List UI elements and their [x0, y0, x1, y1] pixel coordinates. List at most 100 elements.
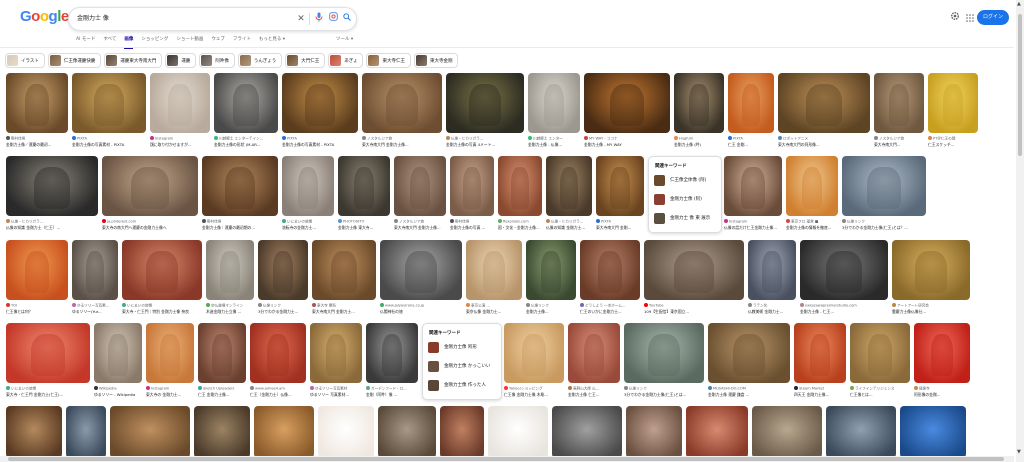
image-result[interactable]: ガーデンフード・ロ... 金剛（阿吽）像 ... [366, 323, 418, 403]
result-thumbnail[interactable] [194, 406, 250, 458]
result-thumbnail[interactable] [282, 73, 358, 133]
result-title[interactable]: 109【生配信】東京国立... [644, 309, 744, 315]
result-source[interactable]: ゆるソリー写真素... [72, 303, 118, 309]
image-result[interactable] [6, 406, 62, 458]
image-result[interactable]: Yahoo!ショッピング 仁王像 金剛力士像 木彫... [504, 323, 564, 403]
image-result[interactable]: ロボットアニメ 東大寺南大門の阿形像... [778, 73, 870, 153]
result-source[interactable]: PIXTA [596, 219, 644, 224]
search-box[interactable]: 金剛力士 像 ✕ [68, 7, 357, 31]
result-title[interactable]: 仁王像 金剛力士像 木彫... [504, 392, 564, 398]
result-title[interactable]: 金剛力士像／運慶の最初... [6, 142, 68, 148]
image-result[interactable]: PIXTA 金剛力士像の写真素材 - PIXTA [282, 73, 358, 153]
image-result[interactable]: MUSASHI-DO.COM 金剛力士像 運慶 鎌倉 ... [708, 323, 790, 403]
result-title[interactable]: 仁王像とは何？ [6, 309, 68, 315]
result-title[interactable]: 金剛力士像 - 仏像... [528, 142, 580, 148]
result-thumbnail[interactable] [362, 73, 442, 133]
search-icon[interactable] [341, 12, 353, 26]
result-thumbnail[interactable] [644, 240, 744, 300]
result-title[interactable]: 金剛力士像の写真素材 - PIXTA [72, 142, 146, 148]
result-thumbnail[interactable] [552, 406, 622, 458]
result-thumbnail[interactable] [526, 240, 576, 300]
vertical-scrollbar[interactable]: ▲ ▼ [1016, 0, 1024, 462]
refinement-chip[interactable]: 仁王像運慶快慶 [47, 53, 102, 68]
image-result[interactable]: PHOTOHITO 金剛力士像 東大寺... [338, 156, 390, 236]
result-source[interactable]: いにまいの旅情 [122, 303, 202, 309]
result-source[interactable]: PIXTA [282, 136, 358, 141]
search-input[interactable]: 金剛力士 像 [77, 13, 109, 22]
image-result[interactable]: いにまいの旅情 東大寺・仁王門｜特別 金剛力士像 奈良 [122, 240, 202, 320]
result-thumbnail[interactable] [318, 406, 374, 458]
image-result[interactable]: 仏像・ヒカリガラ... 金剛力士像の写真 4メート... [446, 73, 524, 153]
image-result[interactable]: www.jalyouirone.co.jp 仏閣神社の旅 [380, 240, 462, 320]
result-title[interactable]: 仁王（金剛力士）仏像... [250, 392, 306, 398]
related-keyword-item[interactable]: 仁王像全体像 (阿) [654, 173, 706, 187]
result-thumbnail[interactable] [786, 156, 838, 216]
result-title[interactable]: 木造金剛力士立像 ... [206, 309, 254, 315]
result-title[interactable]: 仁王のいかに金剛力士... [580, 309, 640, 315]
result-thumbnail[interactable] [778, 73, 870, 133]
image-result[interactable]: いにまいの旅情 東大寺・仁王門 金剛力士(仁王)... [6, 323, 90, 403]
result-source[interactable]: ガーデンフード・ロ... [366, 386, 418, 392]
result-title[interactable]: 東大寺・仁王門｜特別 金剛力士像 奈良 [122, 309, 202, 315]
image-result[interactable]: 仏像・ヒカリガラ... 仏像の知識 金剛力士（仁王）... [6, 156, 98, 236]
image-result[interactable] [826, 406, 896, 458]
result-thumbnail[interactable] [6, 156, 98, 216]
result-thumbnail[interactable] [198, 323, 246, 383]
image-result[interactable]: 野村佳男 金剛力士像／運慶の最初... [6, 73, 68, 153]
result-title[interactable]: 仏教美術 金剛力士... [748, 309, 796, 315]
result-title[interactable]: ゆるソリー 写真素材... [310, 392, 362, 398]
refinement-chip[interactable]: 大門仁王 [285, 53, 326, 68]
image-result[interactable]: 東大寺 関系 東大寺南大門 金剛力士... [312, 240, 376, 320]
result-source[interactable]: flexpixels.com [498, 219, 542, 224]
result-thumbnail[interactable] [338, 156, 390, 216]
image-result[interactable]: 仏像リンク 3分でわかる金剛力士... [258, 240, 308, 320]
result-source[interactable]: nakazawapremierstudio.com [800, 303, 888, 308]
result-thumbnail[interactable] [214, 73, 278, 133]
result-thumbnail[interactable] [686, 406, 748, 458]
result-thumbnail[interactable] [914, 323, 970, 383]
result-title[interactable]: 東大寺の 金剛力士... [146, 392, 194, 398]
result-source[interactable]: TOI [6, 303, 68, 308]
image-result[interactable]: www.aimee4.am 仁王（金剛力士）仏像... [250, 323, 306, 403]
result-thumbnail[interactable] [6, 323, 90, 383]
result-thumbnail[interactable] [466, 240, 522, 300]
result-thumbnail[interactable] [850, 323, 910, 383]
image-result[interactable] [110, 406, 190, 458]
result-title[interactable]: 四天王 金剛力士像... [794, 392, 846, 398]
related-keyword-item[interactable]: 金剛力士像 作った人 [428, 378, 486, 392]
result-thumbnail[interactable] [394, 156, 446, 216]
image-result[interactable]: 仏像・ヒカリガラ... 仏像の知識 金剛力士... [546, 156, 592, 236]
result-source[interactable]: 東京フロ 運営 ■ [786, 219, 838, 225]
result-thumbnail[interactable] [708, 323, 790, 383]
scrollbar-thumb[interactable] [1018, 14, 1022, 156]
result-thumbnail[interactable] [102, 156, 198, 216]
image-result[interactable]: ライフインテリジェンス 仁王像とは... [850, 323, 910, 403]
result-title[interactable]: 仁王像とは... [850, 392, 910, 398]
result-source[interactable]: Steam Market [794, 386, 846, 391]
image-result[interactable]: PIXTA 金剛力士像の写真素材 - PIXTA [72, 73, 146, 153]
result-source[interactable]: 仏像リンク [526, 303, 576, 309]
result-thumbnail[interactable] [206, 240, 254, 300]
result-title[interactable]: 金剛力士像の写真 ... [450, 225, 494, 231]
tab-5[interactable]: ウェブ [211, 36, 225, 46]
result-title[interactable]: 東大寺南大門 金剛... [596, 225, 644, 231]
result-source[interactable]: www.jalyouirone.co.jp [380, 303, 462, 308]
result-title[interactable]: 金剛力士像 仁王... [568, 392, 620, 398]
horizontal-scrollbar[interactable] [0, 456, 1014, 462]
result-thumbnail[interactable] [254, 406, 314, 458]
result-source[interactable]: 仏像・ヒカリガラ... [446, 136, 524, 142]
result-thumbnail[interactable] [146, 323, 194, 383]
result-thumbnail[interactable] [94, 323, 142, 383]
result-title[interactable]: 仁王 金剛力士像... [198, 392, 246, 398]
result-source[interactable]: ゆるソリー写真素材 [310, 386, 362, 392]
tab-0[interactable]: AI モード [76, 36, 95, 46]
result-thumbnail[interactable] [450, 156, 494, 216]
image-result[interactable]: MY WAY - ココナ 金剛力士像 - MY WAY [584, 73, 670, 153]
result-thumbnail[interactable] [528, 73, 580, 133]
settings-gear-icon[interactable] [950, 11, 960, 24]
result-title[interactable]: 流転寺の金剛力士... [282, 225, 334, 231]
result-thumbnail[interactable] [568, 323, 620, 383]
result-source[interactable]: 野村佳男 [202, 219, 278, 225]
result-title[interactable]: 金剛力士像の写真素材 - PIXTA [282, 142, 358, 148]
result-thumbnail[interactable] [446, 73, 524, 133]
